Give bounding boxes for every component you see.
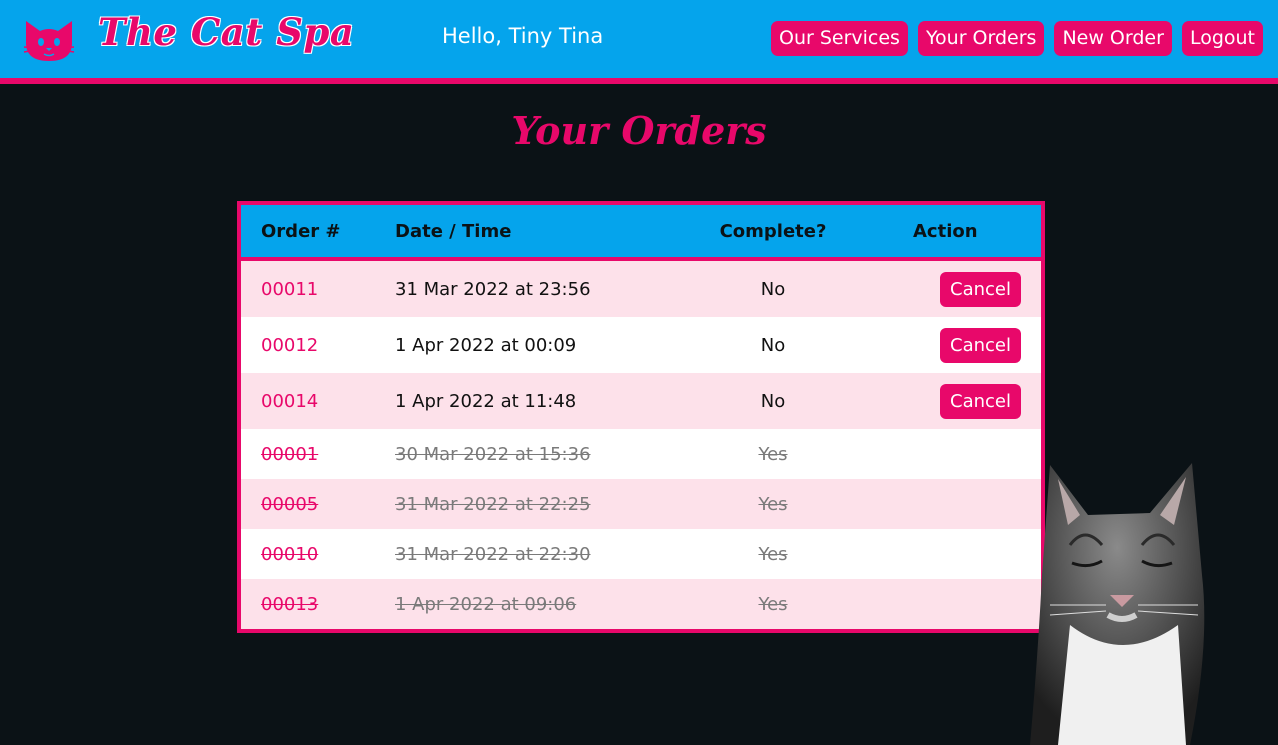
top-navbar: The Cat Spa Hello, Tiny Tina Our Service… bbox=[0, 0, 1278, 84]
order-complete-status: Yes bbox=[758, 493, 788, 515]
cancel-order-button[interactable]: Cancel bbox=[940, 271, 1021, 307]
order-date: 31 Mar 2022 at 23:56 bbox=[395, 278, 591, 300]
table-row: 00014 1 Apr 2022 at 11:48 No Cancel bbox=[241, 373, 1041, 429]
order-date: 30 Mar 2022 at 15:36 bbox=[395, 443, 591, 465]
user-greeting: Hello, Tiny Tina bbox=[442, 24, 604, 48]
order-number-link[interactable]: 00010 bbox=[261, 544, 318, 565]
cat-face-icon[interactable] bbox=[22, 17, 76, 63]
header-order-number: Order # bbox=[261, 220, 341, 242]
table-row: 00011 31 Mar 2022 at 23:56 No Cancel bbox=[241, 261, 1041, 317]
order-number-link[interactable]: 00012 bbox=[261, 335, 318, 356]
nav-our-services-button[interactable]: Our Services bbox=[770, 21, 908, 56]
order-complete-status: No bbox=[760, 390, 786, 412]
cat-photo bbox=[1030, 463, 1205, 745]
table-row: 00013 1 Apr 2022 at 09:06 Yes bbox=[241, 579, 1041, 629]
nav-new-order-button[interactable]: New Order bbox=[1054, 21, 1172, 56]
table-row: 00005 31 Mar 2022 at 22:25 Yes bbox=[241, 479, 1041, 529]
orders-table: Order # Date / Time Complete? Action 000… bbox=[237, 201, 1045, 633]
order-complete-status: No bbox=[760, 278, 786, 300]
order-date: 1 Apr 2022 at 11:48 bbox=[395, 390, 577, 412]
order-complete-status: No bbox=[760, 334, 786, 356]
order-number-link[interactable]: 00014 bbox=[261, 391, 318, 412]
order-date: 1 Apr 2022 at 00:09 bbox=[395, 334, 577, 356]
order-complete-status: Yes bbox=[758, 593, 788, 615]
order-date: 1 Apr 2022 at 09:06 bbox=[395, 593, 577, 615]
table-row: 00001 30 Mar 2022 at 15:36 Yes bbox=[241, 429, 1041, 479]
header-date-time: Date / Time bbox=[395, 220, 512, 242]
cancel-order-button[interactable]: Cancel bbox=[940, 327, 1021, 363]
nav-your-orders-button[interactable]: Your Orders bbox=[917, 21, 1045, 56]
order-complete-status: Yes bbox=[758, 543, 788, 565]
order-date: 31 Mar 2022 at 22:25 bbox=[395, 493, 591, 515]
order-number-link[interactable]: 00011 bbox=[261, 279, 318, 300]
order-date: 31 Mar 2022 at 22:30 bbox=[395, 543, 591, 565]
header-action: Action bbox=[913, 220, 978, 242]
table-row: 00010 31 Mar 2022 at 22:30 Yes bbox=[241, 529, 1041, 579]
logout-button[interactable]: Logout bbox=[1181, 21, 1263, 56]
table-header: Order # Date / Time Complete? Action bbox=[241, 205, 1041, 261]
order-number-link[interactable]: 00005 bbox=[261, 494, 318, 515]
brand-title[interactable]: The Cat Spa bbox=[98, 10, 354, 54]
page-title: Your Orders bbox=[511, 108, 767, 153]
order-number-link[interactable]: 00013 bbox=[261, 594, 318, 615]
order-complete-status: Yes bbox=[758, 443, 788, 465]
header-complete: Complete? bbox=[719, 220, 827, 242]
nav-menu: Our Services Your Orders New Order Logou… bbox=[770, 21, 1263, 56]
cancel-order-button[interactable]: Cancel bbox=[940, 383, 1021, 419]
table-row: 00012 1 Apr 2022 at 00:09 No Cancel bbox=[241, 317, 1041, 373]
order-number-link[interactable]: 00001 bbox=[261, 444, 318, 465]
